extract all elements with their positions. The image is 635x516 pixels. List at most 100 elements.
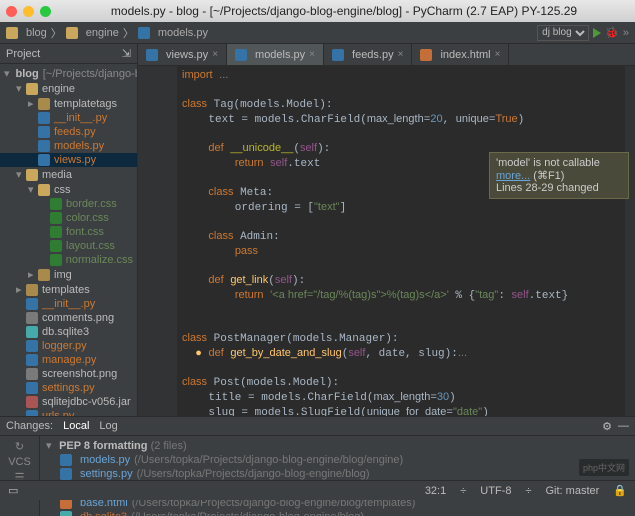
expander-icon[interactable]: ▾	[28, 183, 36, 196]
tree-item[interactable]: color.css	[0, 211, 137, 225]
tooltip-more-link[interactable]: more...	[496, 170, 530, 182]
minimize-window-button[interactable]	[23, 6, 34, 17]
tree-item[interactable]: normalize.css	[0, 253, 137, 267]
close-tab-icon[interactable]: ×	[495, 49, 501, 60]
tree-item[interactable]: feeds.py	[0, 125, 137, 139]
changes-tab-local[interactable]: Local	[63, 420, 89, 432]
project-header-label: Project	[6, 48, 40, 60]
tree-item[interactable]: ▸ img	[0, 267, 137, 282]
zoom-window-button[interactable]	[40, 6, 51, 17]
tree-item[interactable]: ▾css	[0, 182, 137, 197]
more-icon[interactable]: »	[623, 27, 629, 39]
changed-file[interactable]: db.sqlite3 (/Users/topka/Projects/django…	[46, 510, 629, 516]
caret-position[interactable]: 32:1	[425, 485, 446, 497]
file-encoding[interactable]: UTF-8	[480, 485, 511, 497]
file-icon	[38, 154, 50, 166]
debug-button[interactable]: 🐞	[605, 26, 619, 39]
tree-label: feeds.py	[54, 126, 96, 138]
tree-item[interactable]: db.sqlite3	[0, 325, 137, 339]
changes-toolbar[interactable]: ↻ VCS ☰	[0, 436, 40, 516]
window-controls[interactable]	[6, 6, 51, 17]
tree-item[interactable]: layout.css	[0, 239, 137, 253]
status-bar: ▭ 32:1 ÷ UTF-8 ÷ Git: master 🔒	[0, 480, 635, 500]
tree-item[interactable]: __init__.py	[0, 297, 137, 311]
tree-item[interactable]: logger.py	[0, 339, 137, 353]
tree-item[interactable]: sqlitejdbc-v056.jar	[0, 395, 137, 409]
tree-item[interactable]: urls.py	[0, 409, 137, 416]
expander-icon[interactable]: ▸	[28, 268, 36, 281]
collapse-icon[interactable]: ⇲	[122, 47, 131, 60]
vertical-scrollbar[interactable]	[625, 66, 635, 416]
python-file-icon	[138, 27, 150, 39]
tree-item[interactable]: views.py	[0, 153, 137, 167]
changed-file[interactable]: models.py (/Users/topka/Projects/django-…	[46, 453, 629, 467]
tree-label: img	[54, 269, 72, 281]
changelist-name[interactable]: PEP 8 formatting	[59, 440, 147, 452]
expander-icon[interactable]: ▸	[28, 97, 36, 110]
tree-label: blog	[16, 68, 39, 80]
expander-icon[interactable]: ▾	[46, 439, 54, 452]
tree-item[interactable]: screenshot.png	[0, 367, 137, 381]
changes-list[interactable]: ▾ PEP 8 formatting (2 files) models.py (…	[40, 436, 635, 516]
tree-item[interactable]: models.py	[0, 139, 137, 153]
tree-item[interactable]: comments.png	[0, 311, 137, 325]
editor-tab[interactable]: index.html×	[412, 44, 509, 65]
close-tab-icon[interactable]: ×	[398, 49, 404, 60]
project-root[interactable]: ▾ blog [~/Projects/django-blog	[0, 66, 137, 81]
expander-icon[interactable]: ▾	[16, 168, 24, 181]
file-icon	[26, 396, 38, 408]
breadcrumb-item[interactable]: models.py	[158, 27, 208, 39]
vcs-icon[interactable]: VCS	[8, 456, 31, 468]
breadcrumb-item[interactable]: blog	[26, 27, 47, 39]
changed-file[interactable]: settings.py (/Users/topka/Projects/djang…	[46, 467, 629, 481]
git-branch[interactable]: Git: master	[546, 485, 600, 497]
tree-item[interactable]: __init__.py	[0, 111, 137, 125]
file-icon	[38, 269, 50, 281]
tooltip-message: 'model' is not callable	[496, 157, 600, 169]
project-tree[interactable]: ▾ blog [~/Projects/django-blog ▾engine▸t…	[0, 64, 137, 416]
code-area[interactable]: import ... class Tag(models.Model): text…	[178, 66, 623, 416]
run-button[interactable]	[593, 28, 601, 38]
file-name: models.py	[80, 454, 130, 466]
close-tab-icon[interactable]: ×	[309, 49, 315, 60]
tree-label: font.css	[66, 226, 104, 238]
tree-item[interactable]: settings.py	[0, 381, 137, 395]
status-icon[interactable]: ▭	[8, 484, 18, 497]
editor-gutter[interactable]	[138, 66, 178, 416]
file-icon	[332, 49, 344, 61]
file-icon	[26, 83, 38, 95]
tree-item[interactable]: manage.py	[0, 353, 137, 367]
tree-item[interactable]: font.css	[0, 225, 137, 239]
inspection-tooltip[interactable]: 'model' is not callable more... (⌘F1) Li…	[489, 152, 629, 199]
file-icon	[26, 368, 38, 380]
changes-tab-log[interactable]: Log	[99, 420, 117, 432]
expander-icon[interactable]: ▾	[4, 67, 10, 80]
refresh-icon[interactable]: ↻	[15, 440, 24, 453]
tree-item[interactable]: border.css	[0, 197, 137, 211]
expander-icon[interactable]: ▸	[16, 283, 24, 296]
file-icon	[50, 240, 62, 252]
breadcrumb-item[interactable]: engine	[86, 27, 119, 39]
line-separator[interactable]: ÷	[460, 485, 466, 497]
tree-item[interactable]: ▸ templatetags	[0, 96, 137, 111]
tree-item[interactable]: ▸templates	[0, 282, 137, 297]
tree-item[interactable]: ▾engine	[0, 81, 137, 96]
tree-label: media	[42, 169, 72, 181]
lock-icon[interactable]: 🔒	[613, 484, 627, 497]
editor-tab[interactable]: views.py×	[138, 44, 227, 65]
run-config-select[interactable]: dj blog	[537, 25, 589, 41]
changes-panel-header[interactable]: Changes: Local Log ⚙ —	[0, 416, 635, 436]
editor-tab[interactable]: models.py×	[227, 44, 324, 65]
editor-tab[interactable]: feeds.py×	[324, 44, 412, 65]
breadcrumbs[interactable]: blog〉 engine〉 models.py	[6, 25, 208, 41]
expander-icon[interactable]: ▾	[16, 82, 24, 95]
python-file-icon	[60, 468, 72, 480]
gear-icon[interactable]: ⚙	[602, 420, 612, 433]
tree-label: templatetags	[54, 98, 117, 110]
hide-icon[interactable]: —	[618, 420, 629, 433]
tree-item[interactable]: ▾ media	[0, 167, 137, 182]
close-tab-icon[interactable]: ×	[212, 49, 218, 60]
close-window-button[interactable]	[6, 6, 17, 17]
project-header[interactable]: Project ⇲	[0, 44, 137, 64]
file-icon	[146, 49, 158, 61]
